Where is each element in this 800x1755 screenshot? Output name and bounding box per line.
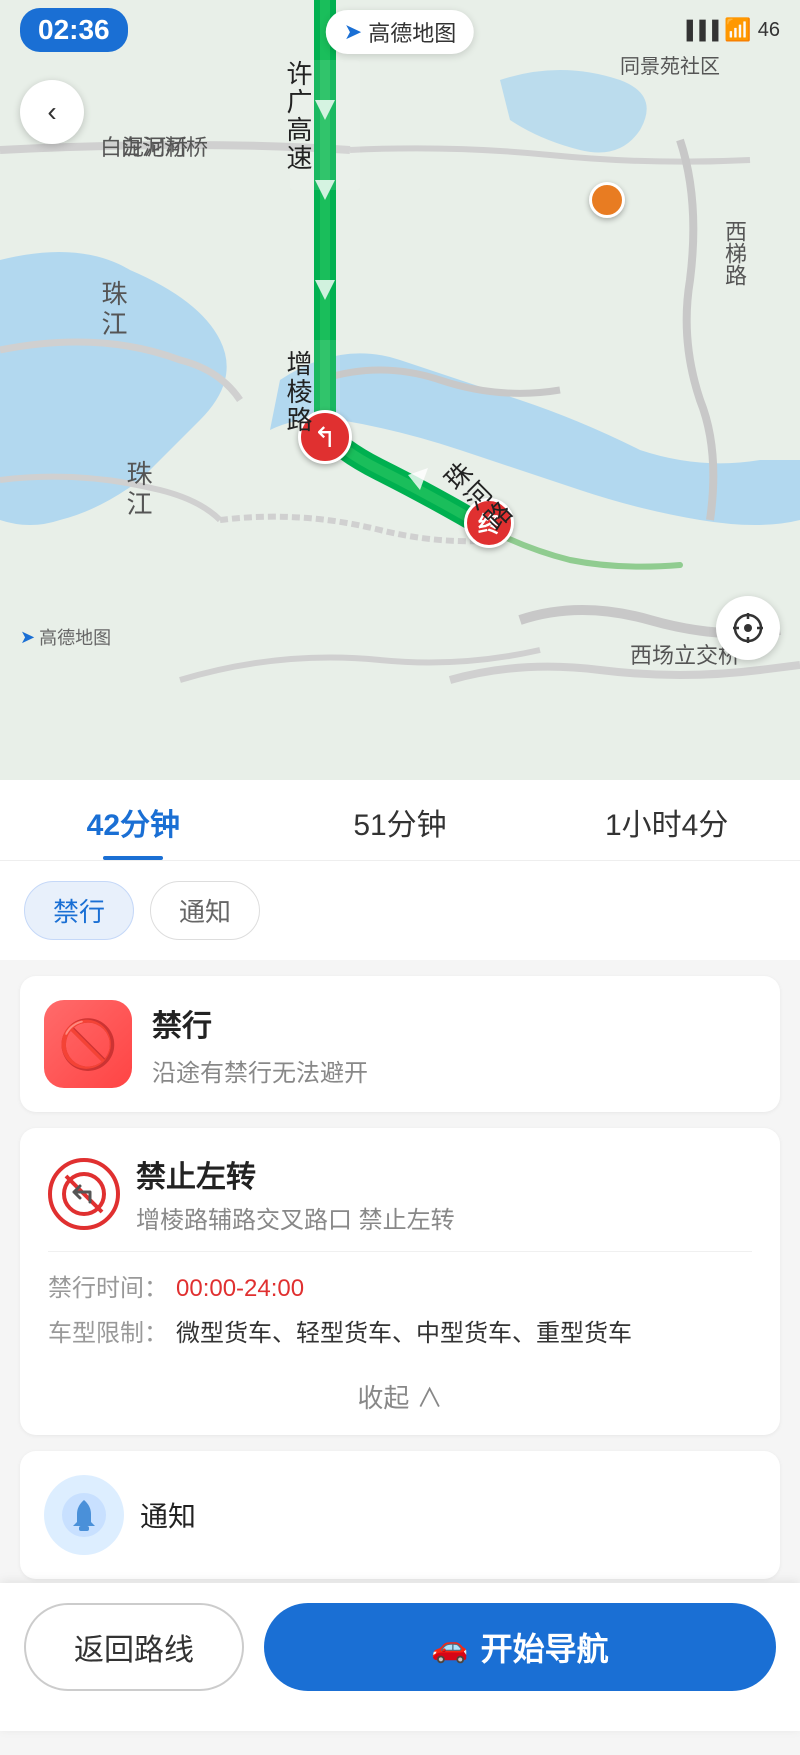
detail-time-row: 禁行时间： 00:00-24:00 (48, 1268, 752, 1303)
location-button[interactable] (716, 596, 780, 660)
no-left-turn-icon (48, 1158, 120, 1230)
filter-tab-jixing[interactable]: 禁行 (24, 881, 134, 940)
notification-peek: 通知 (20, 1451, 780, 1579)
detail-title-block: 禁止左转 增棱路辅路交叉路口 禁止左转 (136, 1152, 455, 1235)
gaode-bottom-arrow: ➤ (20, 627, 35, 648)
status-bar: 02:36 ➤ 高德地图 ▐▐▐ 📶 46 (0, 0, 800, 60)
no-entry-icon: 🚫 (58, 1016, 118, 1073)
filter-section: 禁行 通知 (0, 861, 800, 960)
vehicle-value: 微型货车、轻型货车、中型货车、重型货车 (176, 1313, 632, 1348)
system-status: ▐▐▐ 📶 46 (680, 17, 780, 43)
map-view[interactable]: 白泥河桥 白泥河桥 珠江 珠江 许广高速 增棱路 珠河路 同景苑社区 西梯路 西… (0, 0, 800, 780)
alert-text-block: 禁行 沿途有禁行无法避开 (152, 1001, 368, 1088)
back-button[interactable]: ‹ (20, 80, 84, 144)
detail-header: 禁止左转 增棱路辅路交叉路口 禁止左转 (48, 1152, 752, 1235)
route-tab-2[interactable]: 51分钟 (267, 800, 534, 860)
time-value: 00:00-24:00 (176, 1275, 304, 1303)
alert-icon-container: 🚫 (44, 1000, 132, 1088)
route-tab-1[interactable]: 42分钟 (0, 800, 267, 860)
car-icon: 🚗 (431, 1630, 468, 1665)
vehicle-label: 车型限制： (48, 1313, 168, 1348)
bainiheBridge-label2: 白泥河桥 (100, 130, 188, 162)
detail-card: 禁止左转 增棱路辅路交叉路口 禁止左转 禁行时间： 00:00-24:00 车型… (20, 1128, 780, 1435)
route-tab-3[interactable]: 1小时4分 (533, 800, 800, 860)
start-navigation-button[interactable]: 🚗 开始导航 (264, 1603, 776, 1691)
filter-tab-tongzhi[interactable]: 通知 (150, 881, 260, 940)
xuguang-label: 许广高速 (280, 60, 317, 172)
gaode-arrow-icon: ➤ (344, 19, 362, 45)
bottom-action-bar: 返回路线 🚗 开始导航 (0, 1583, 800, 1731)
traffic-marker (589, 182, 625, 218)
notify-icon (44, 1475, 124, 1555)
navigate-text: 开始导航 (481, 1624, 609, 1670)
gaode-header-logo: ➤ 高德地图 (326, 10, 474, 54)
collapse-button[interactable]: 收起 ∧ (48, 1358, 752, 1435)
xiti-label: 西梯路 (718, 220, 750, 286)
gaode-bottom-text: 高德地图 (39, 624, 111, 650)
alert-title: 禁行 (152, 1001, 368, 1045)
gaode-bottom-logo: ➤ 高德地图 (20, 624, 111, 650)
battery-display: 46 (758, 19, 780, 42)
detail-vehicle-row: 车型限制： 微型货车、轻型货车、中型货车、重型货车 (48, 1313, 752, 1348)
zhujiang2-label: 珠江 (120, 460, 157, 520)
route-time-tabs: 42分钟 51分钟 1小时4分 (0, 780, 800, 861)
wifi-icon: 📶 (724, 17, 751, 43)
time-display: 02:36 (20, 8, 128, 52)
gaode-logo-text: 高德地图 (368, 16, 456, 48)
detail-divider (48, 1251, 752, 1252)
detail-title-text: 禁止左转 (136, 1152, 455, 1196)
time-label: 禁行时间： (48, 1268, 168, 1303)
notify-title-text: 通知 (140, 1495, 196, 1535)
detail-subtitle-text: 增棱路辅路交叉路口 禁止左转 (136, 1200, 455, 1235)
return-route-button[interactable]: 返回路线 (24, 1603, 244, 1691)
zhujiang1-label: 珠江 (95, 280, 132, 340)
alert-subtitle: 沿途有禁行无法避开 (152, 1053, 368, 1088)
alert-card: 🚫 禁行 沿途有禁行无法避开 (20, 976, 780, 1112)
signal-icon: ▐▐▐ (680, 20, 718, 41)
zengti-label: 增棱路 (280, 350, 317, 434)
